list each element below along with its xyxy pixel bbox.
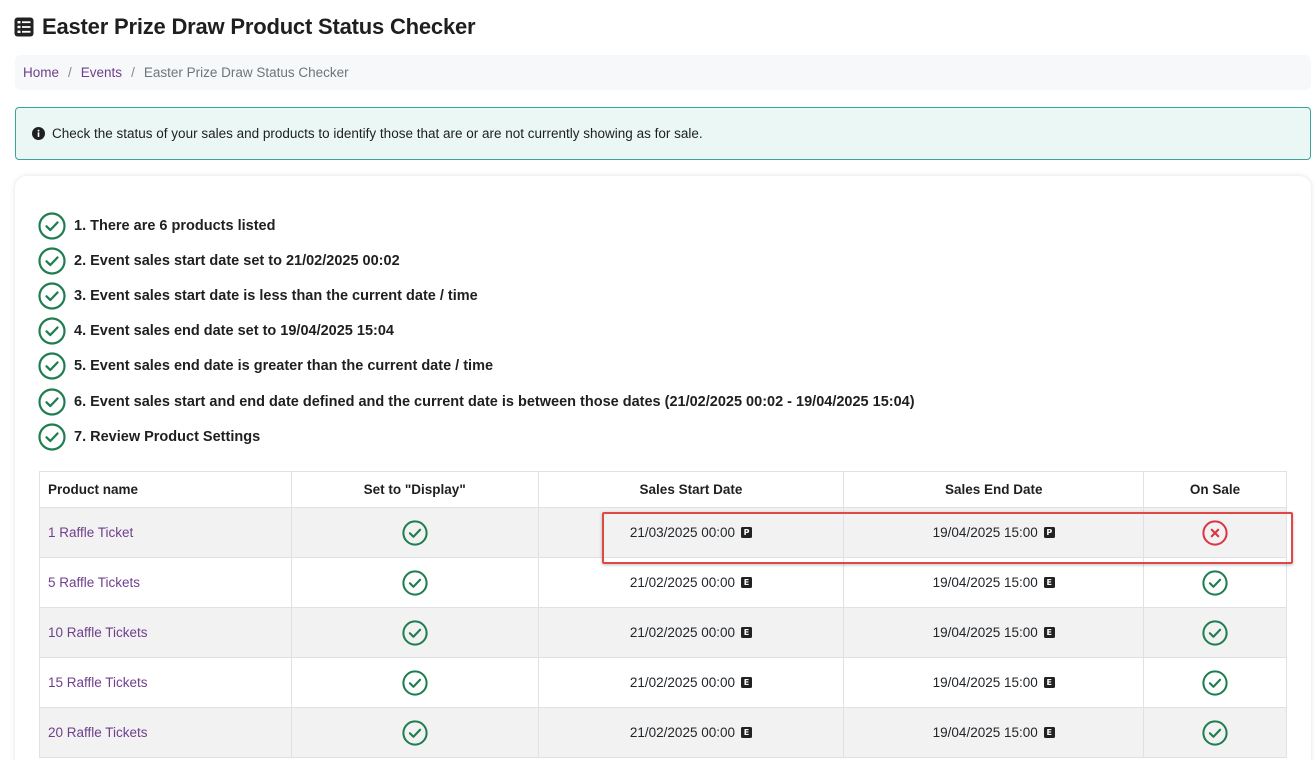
check-circle-icon	[402, 719, 428, 746]
check-item: 3. Event sales start date is less than t…	[38, 278, 915, 313]
date-source-badge: E	[741, 577, 752, 588]
check-circle-icon	[38, 423, 66, 451]
check-item: 7. Review Product Settings	[38, 419, 915, 454]
date-source-badge: E	[1043, 577, 1055, 588]
check-text: 5. Event sales end date is greater than …	[74, 358, 494, 375]
product-link[interactable]: 5 Raffle Tickets	[48, 575, 140, 590]
table-header-row: Product name Set to "Display" Sales Star…	[39, 471, 1287, 508]
check-circle-icon	[1202, 569, 1228, 596]
breadcrumb-current: Easter Prize Draw Status Checker	[143, 65, 349, 80]
status-card: 1. There are 6 products listed 2. Event …	[15, 176, 1311, 760]
table-row: 1 Raffle Ticket 21/03/2025 00:00 P 19/04/…	[39, 507, 1287, 558]
check-text: 6. Event sales start and end date define…	[74, 393, 915, 410]
header-on-sale: On Sale	[1143, 471, 1287, 508]
check-item: 1. There are 6 products listed	[38, 208, 915, 243]
sales-end-date: 19/04/2025 15:00	[932, 525, 1038, 540]
check-item: 5. Event sales end date is greater than …	[38, 349, 915, 384]
check-circle-icon	[38, 387, 66, 416]
sales-start-date: 21/02/2025 00:00	[629, 725, 735, 740]
check-circle-icon	[38, 317, 66, 345]
date-source-badge: E	[741, 727, 752, 738]
check-circle-icon	[38, 247, 66, 275]
product-link[interactable]: 15 Raffle Tickets	[48, 675, 148, 690]
check-text: 1. There are 6 products listed	[74, 217, 276, 234]
check-item: 4. Event sales end date set to 19/04/202…	[38, 314, 915, 349]
sales-end-date: 19/04/2025 15:00	[932, 725, 1038, 740]
header-set-to-display: Set to "Display"	[290, 471, 539, 508]
header-product-name: Product name	[39, 471, 292, 508]
sales-end-date: 19/04/2025 15:00	[932, 625, 1038, 640]
check-circle-icon	[402, 669, 428, 696]
sales-end-date: 19/04/2025 15:00	[932, 675, 1038, 690]
page-header: Easter Prize Draw Product Status Checker	[14, 12, 476, 42]
product-link[interactable]: 1 Raffle Ticket	[48, 525, 133, 540]
table-row: 20 Raffle Tickets 21/02/2025 00:00 E 19/0…	[39, 707, 1287, 758]
info-alert: Check the status of your sales and produ…	[15, 107, 1311, 160]
check-circle-icon	[38, 352, 66, 380]
x-circle-icon	[1202, 519, 1228, 546]
product-link[interactable]: 10 Raffle Tickets	[48, 625, 148, 640]
check-item: 6. Event sales start and end date define…	[38, 384, 915, 419]
check-circle-icon	[38, 282, 66, 310]
check-text: 3. Event sales start date is less than t…	[74, 287, 478, 304]
check-circle-icon	[38, 211, 66, 240]
check-text: 4. Event sales end date set to 19/04/202…	[74, 323, 394, 340]
date-source-badge: E	[1043, 727, 1055, 738]
check-text: 7. Review Product Settings	[74, 428, 261, 445]
check-circle-icon	[402, 519, 428, 546]
product-link[interactable]: 20 Raffle Tickets	[48, 725, 148, 740]
breadcrumb-events-link[interactable]: Events	[81, 65, 122, 80]
page-title: Easter Prize Draw Product Status Checker	[42, 14, 476, 39]
breadcrumb: Home / Events / Easter Prize Draw Status…	[15, 55, 1311, 90]
check-circle-icon	[402, 569, 428, 596]
table-row: 5 Raffle Tickets 21/02/2025 00:00 E 19/04…	[39, 557, 1287, 608]
sales-end-date: 19/04/2025 15:00	[932, 575, 1038, 590]
date-source-badge: E	[1043, 677, 1055, 688]
date-source-badge: P	[741, 527, 752, 538]
date-source-badge: E	[741, 627, 752, 638]
check-circle-icon	[1202, 619, 1228, 646]
alert-text: Check the status of your sales and produ…	[52, 126, 703, 141]
sales-start-date: 21/02/2025 00:00	[629, 675, 735, 690]
sales-start-date: 21/03/2025 00:00	[629, 525, 735, 540]
info-icon	[32, 127, 45, 140]
check-circle-icon	[402, 619, 428, 646]
sales-start-date: 21/02/2025 00:00	[629, 625, 735, 640]
check-circle-icon	[1202, 719, 1228, 746]
breadcrumb-home-link[interactable]: Home	[23, 65, 59, 80]
breadcrumb-separator: /	[68, 65, 72, 80]
check-text: 2. Event sales start date set to 21/02/2…	[74, 252, 400, 269]
header-sales-end-date: Sales End Date	[843, 471, 1145, 508]
date-source-badge: E	[741, 677, 752, 688]
table-row: 10 Raffle Tickets 21/02/2025 00:00 E 19/0…	[39, 607, 1287, 658]
check-item: 2. Event sales start date set to 21/02/2…	[38, 243, 915, 278]
check-list: 1. There are 6 products listed 2. Event …	[38, 208, 915, 454]
date-source-badge: P	[1043, 527, 1055, 538]
products-table: Product name Set to "Display" Sales Star…	[39, 471, 1287, 758]
checklist-icon	[14, 17, 34, 37]
header-sales-start-date: Sales Start Date	[537, 471, 845, 508]
breadcrumb-separator: /	[131, 65, 135, 80]
date-source-badge: E	[1043, 627, 1055, 638]
check-circle-icon	[1202, 669, 1228, 696]
sales-start-date: 21/02/2025 00:00	[629, 575, 735, 590]
table-row: 15 Raffle Tickets 21/02/2025 00:00 E 19/0…	[39, 657, 1287, 708]
